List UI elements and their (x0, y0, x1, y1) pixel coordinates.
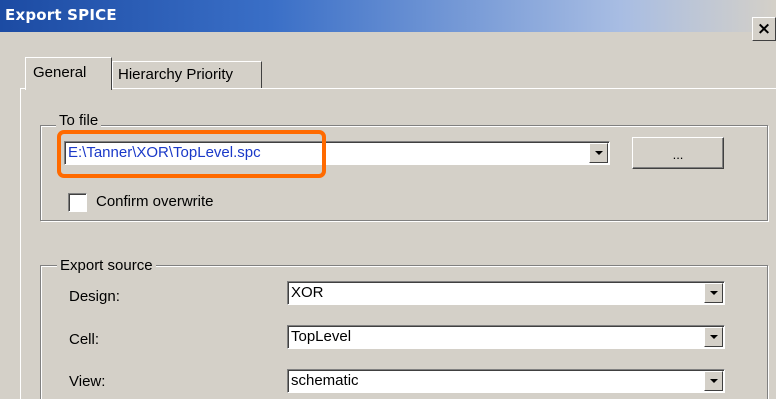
design-select[interactable]: XOR (287, 281, 725, 305)
output-file-combo[interactable]: E:\Tanner\XOR\TopLevel.spc (64, 141, 610, 165)
browse-button[interactable]: ... (632, 137, 724, 169)
chevron-down-icon (594, 151, 603, 155)
cell-label: Cell: (69, 331, 100, 348)
tab-hierarchy-priority[interactable]: Hierarchy Priority (112, 61, 262, 88)
cell-select[interactable]: TopLevel (287, 325, 725, 349)
window-title: Export SPICE (5, 6, 117, 24)
chevron-down-icon (709, 291, 718, 295)
view-select[interactable]: schematic (287, 369, 725, 393)
view-value: schematic (291, 372, 359, 389)
output-file-path: E:\Tanner\XOR\TopLevel.spc (68, 144, 261, 161)
tab-hierarchy-priority-label: Hierarchy Priority (118, 66, 234, 83)
view-dropdown-button[interactable] (704, 371, 723, 391)
cell-dropdown-button[interactable] (704, 327, 723, 347)
browse-button-label: ... (672, 147, 684, 162)
title-bar[interactable]: Export SPICE × (0, 0, 776, 41)
close-button[interactable]: × (752, 17, 776, 41)
view-label: View: (69, 373, 106, 390)
export-spice-dialog: Export SPICE × General Hierarchy Priorit… (0, 0, 776, 399)
design-dropdown-button[interactable] (704, 283, 723, 303)
tab-general[interactable]: General (25, 57, 112, 90)
to-file-legend: To file (56, 112, 102, 129)
design-value: XOR (291, 284, 324, 301)
cell-value: TopLevel (291, 328, 352, 345)
design-label: Design: (69, 288, 120, 305)
confirm-overwrite-checkbox[interactable] (68, 193, 87, 212)
confirm-overwrite-label: Confirm overwrite (96, 193, 214, 210)
chevron-down-icon (709, 379, 718, 383)
export-source-legend: Export source (57, 257, 156, 274)
chevron-down-icon (709, 335, 718, 339)
close-icon: × (756, 18, 772, 39)
tab-general-label: General (33, 64, 87, 81)
output-file-dropdown-button[interactable] (589, 143, 608, 163)
